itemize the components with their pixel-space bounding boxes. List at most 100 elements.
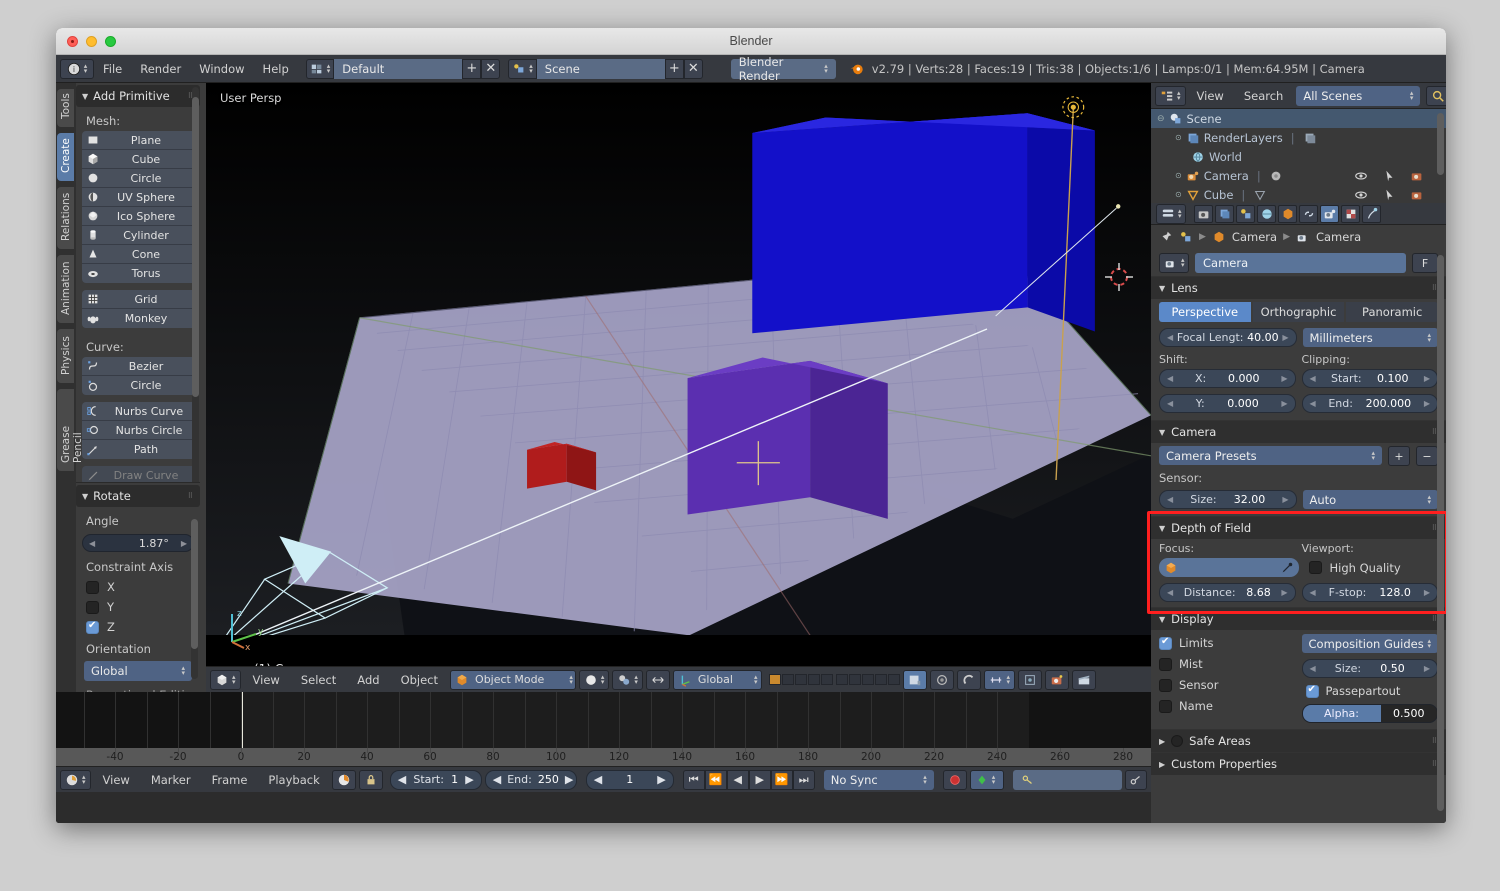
panel-header-display[interactable]: ▼ Display ⠿ (1151, 607, 1446, 630)
snap-target-button[interactable] (1018, 669, 1042, 690)
left-arrow-icon[interactable]: ◀ (1167, 374, 1173, 383)
render-engine-selector[interactable]: Blender Render ▴ ▾ (730, 55, 836, 83)
viewport-canvas[interactable] (206, 83, 1151, 636)
checkbox-safe-areas[interactable] (1171, 735, 1184, 747)
display-check-mist[interactable]: Mist (1159, 657, 1296, 671)
left-arrow-icon[interactable]: ◀ (1310, 588, 1316, 597)
add-cylinder-button[interactable]: Cylinder (82, 226, 196, 245)
delete-scene-button[interactable]: ✕ (683, 58, 703, 79)
add-circle-button[interactable]: Circle (82, 169, 196, 188)
panel-header-custom-properties[interactable]: ▶ Custom Properties ⠿ (1151, 752, 1446, 775)
checkbox-z[interactable] (86, 620, 99, 634)
menu-help[interactable]: Help (254, 59, 298, 79)
active-keying-set-field[interactable] (1012, 769, 1122, 790)
tab-texture[interactable] (1341, 204, 1360, 223)
right-arrow-icon[interactable]: ▶ (181, 539, 187, 548)
left-arrow-icon[interactable]: ◀ (1167, 588, 1173, 597)
delete-layout-button[interactable]: ✕ (481, 58, 501, 79)
add-nurbs-curve-button[interactable]: Nurbs Curve (82, 402, 196, 421)
checkbox-high-quality[interactable] (1308, 561, 1322, 574)
eyedropper-icon[interactable] (1280, 561, 1294, 575)
properties-scrollbar[interactable] (1437, 255, 1444, 811)
viewport-menu-object[interactable]: Object (392, 670, 447, 690)
outliner-tree[interactable]: ⊖ Scene ⊙ RenderLayers | World ⊙ Camera … (1151, 109, 1446, 203)
add-bezier-button[interactable]: Bezier (82, 357, 196, 376)
left-arrow-icon[interactable]: ◀ (1310, 374, 1316, 383)
expand-icon[interactable]: ⊙ (1175, 133, 1182, 142)
outliner-row-cube[interactable]: ⊙ Cube | (1151, 185, 1446, 203)
focus-object-field[interactable] (1159, 558, 1299, 577)
right-arrow-icon[interactable]: ▶ (1424, 588, 1430, 597)
lens-unit-dropdown[interactable]: Millimeters ▴ ▾ (1302, 328, 1438, 347)
shift-x-field[interactable]: ◀ X: 0.000 ▶ (1159, 369, 1296, 388)
right-arrow-icon[interactable]: ▶ (1424, 374, 1430, 383)
scene-selector-icon[interactable]: ▴ ▾ (508, 58, 537, 79)
timeline-menu-playback[interactable]: Playback (259, 770, 328, 790)
right-arrow-icon[interactable]: ▶ (565, 773, 573, 786)
right-arrow-icon[interactable]: ▶ (465, 773, 473, 786)
timeline-menu-marker[interactable]: Marker (142, 770, 200, 790)
add-grid-button[interactable]: Grid (82, 290, 196, 309)
use-preview-range-button[interactable] (331, 769, 356, 790)
left-arrow-icon[interactable]: ◀ (493, 773, 501, 786)
frame-end-field[interactable]: ◀ End: 250 ▶ (484, 769, 577, 790)
add-keying-set-button[interactable] (1125, 769, 1147, 790)
breadcrumb-object-name[interactable]: Camera (1232, 230, 1277, 244)
tab-render-layers[interactable] (1215, 204, 1234, 223)
panel-header-rotate[interactable]: ▼ Rotate ⠿ (76, 485, 200, 507)
add-plane-button[interactable]: Plane (82, 131, 196, 150)
checkbox-limits[interactable] (1159, 636, 1172, 650)
scene-layers-block-2[interactable] (836, 674, 901, 685)
alpha-slider[interactable]: Alpha: 0.500 (1301, 704, 1438, 723)
add-preset-button[interactable]: + (1388, 446, 1410, 466)
clip-start-field[interactable]: ◀ Start: 0.100 ▶ (1301, 369, 1438, 388)
camera-presets-dropdown[interactable]: Camera Presets ▴ ▾ (1159, 446, 1382, 465)
add-curve-circle-button[interactable]: Circle (82, 376, 196, 395)
outliner-search-button[interactable] (1426, 85, 1446, 106)
add-nurbs-circle-button[interactable]: Nurbs Circle (82, 421, 196, 440)
left-arrow-icon[interactable]: ◀ (89, 539, 95, 548)
outliner-display-mode-dropdown[interactable]: All Scenes ▴ ▾ (1296, 85, 1421, 106)
manipulator-toggle[interactable] (645, 669, 670, 690)
scene-layers-block-1[interactable] (769, 674, 834, 685)
add-ico-sphere-button[interactable]: Ico Sphere (82, 207, 196, 226)
display-check-limits[interactable]: Limits (1159, 636, 1296, 650)
lens-type-segmented[interactable]: Perspective Orthographic Panoramic (1159, 302, 1438, 322)
sensor-fit-dropdown[interactable]: Auto ▴ ▾ (1302, 490, 1438, 509)
jump-to-start-button[interactable]: ⏮ (682, 769, 705, 790)
right-arrow-icon[interactable]: ▶ (1424, 664, 1430, 673)
cursor-arrow-icon[interactable] (1382, 188, 1396, 202)
lens-type-panoramic[interactable]: Panoramic (1346, 302, 1438, 322)
sidebar-item-grease-pencil[interactable]: Grease Pencil (57, 389, 84, 471)
sidebar-item-create[interactable]: Create (57, 133, 74, 181)
tab-render[interactable] (1194, 204, 1213, 223)
checkbox-sensor[interactable] (1159, 678, 1172, 692)
orientation-dropdown[interactable]: Global ▴ ▾ (84, 661, 192, 681)
constraint-axis-y[interactable]: Y (76, 597, 200, 617)
breadcrumb-data-name[interactable]: Camera (1316, 230, 1361, 244)
timeline-ruler[interactable]: -40 -20 0 20 40 60 80 100 120 140 160 180 200 220 240 2… (56, 748, 1151, 766)
display-check-sensor[interactable]: Sensor (1159, 678, 1296, 692)
play-button[interactable]: ▶ (748, 769, 771, 790)
timeline-menu-view[interactable]: View (94, 770, 139, 790)
menu-file[interactable]: File (94, 59, 131, 79)
display-size-field[interactable]: ◀ Size: 0.50 ▶ (1301, 659, 1438, 678)
add-torus-button[interactable]: Torus (82, 264, 196, 283)
tab-world[interactable] (1257, 204, 1276, 223)
outliner-row-toggles[interactable] (1354, 169, 1424, 183)
tab-scene[interactable] (1236, 204, 1255, 223)
sidebar-item-animation[interactable]: Animation (57, 255, 74, 323)
current-frame-field[interactable]: ◀ 1 ▶ (585, 769, 674, 790)
passepartout-check[interactable]: Passepartout (1302, 684, 1439, 698)
left-arrow-icon[interactable]: ◀ (1167, 495, 1173, 504)
outliner-row-scene[interactable]: ⊖ Scene (1151, 109, 1446, 128)
right-arrow-icon[interactable]: ▶ (1282, 495, 1288, 504)
editor-type-3dview[interactable]: ▴ ▾ (210, 669, 241, 690)
dof-fstop-field[interactable]: ◀ F-stop: 128.0 ▶ (1301, 583, 1438, 602)
frame-start-field[interactable]: ◀ Start: 1 ▶ (389, 769, 482, 790)
panel-header-depth-of-field[interactable]: ▼ Depth of Field ⠿ (1151, 516, 1446, 539)
keying-set-dropdown[interactable]: ▴ ▾ (969, 769, 1004, 790)
constraint-axis-x[interactable]: X (76, 577, 200, 597)
scene-name-field[interactable]: Scene (536, 58, 665, 79)
panel-header-lens[interactable]: ▼ Lens ⠿ (1151, 276, 1446, 299)
